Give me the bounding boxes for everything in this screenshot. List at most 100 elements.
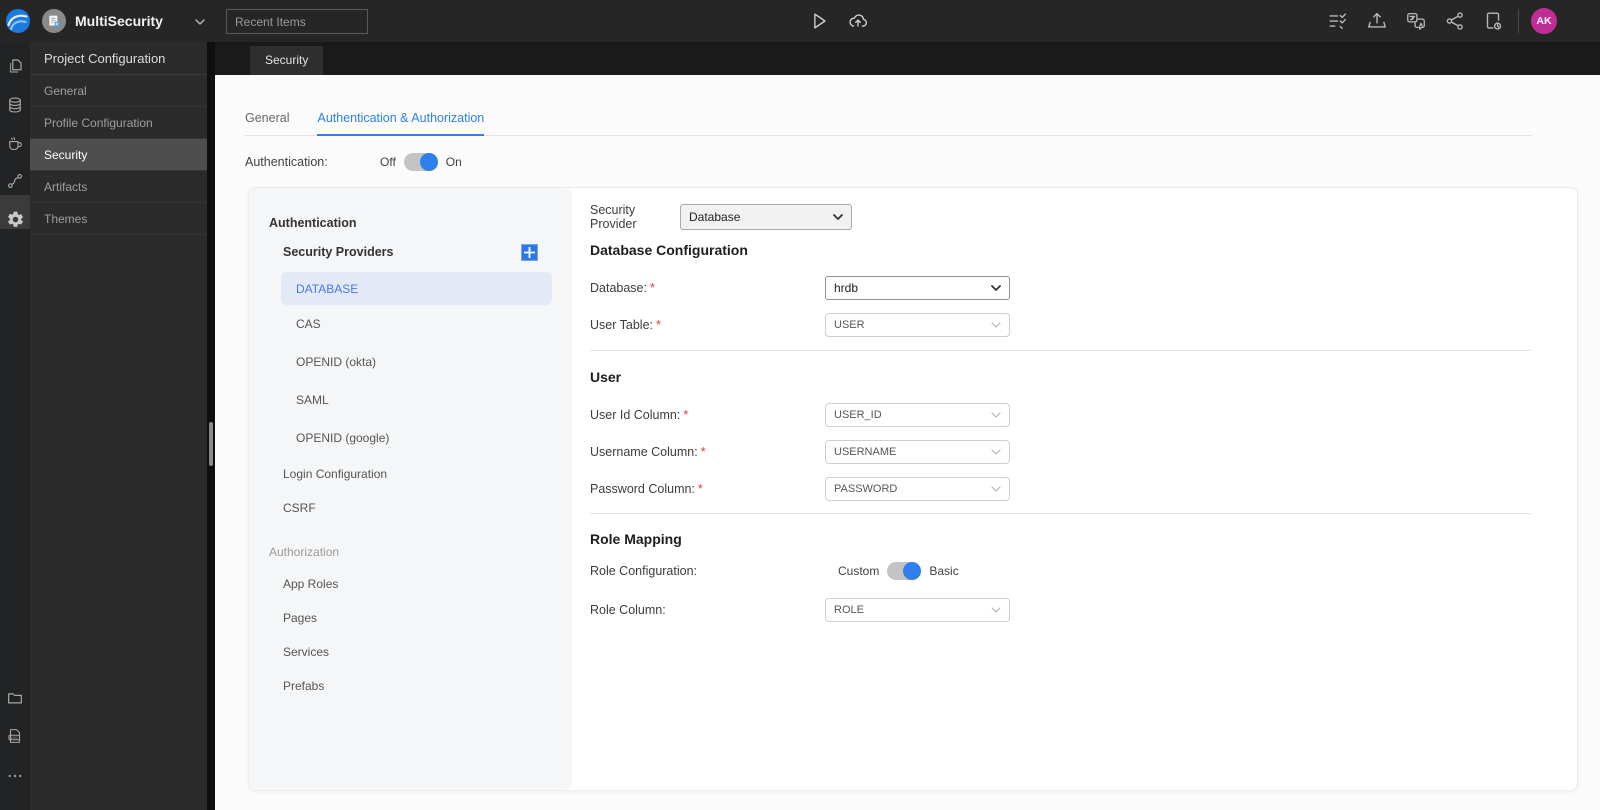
user-avatar[interactable]: AK — [1531, 8, 1557, 34]
provider-item-openid-okta[interactable]: OPENID (okta) — [296, 343, 572, 381]
authentication-label: Authentication: — [245, 155, 328, 169]
user-id-column-select[interactable]: USER_ID — [825, 403, 1010, 427]
scrollbar-thumb[interactable] — [209, 422, 213, 466]
nav-item-prefabs[interactable]: Prefabs — [283, 669, 572, 703]
add-provider-button[interactable] — [521, 243, 538, 261]
database-icon[interactable] — [0, 89, 30, 121]
role-column-value: ROLE — [834, 604, 864, 616]
database-label: Database: * — [590, 281, 655, 295]
user-id-column-label: User Id Column: * — [590, 408, 689, 422]
password-column-value: PASSWORD — [834, 483, 898, 495]
role-column-row: Role Column: ROLE — [590, 598, 1577, 622]
sidebar-title: Project Configuration — [30, 42, 207, 75]
security-provider-select[interactable]: Database — [680, 204, 852, 230]
user-table-label: User Table: * — [590, 318, 661, 332]
section-divider — [590, 513, 1531, 514]
authentication-section-header: Authentication — [269, 216, 357, 230]
section-divider — [590, 350, 1531, 351]
authentication-toggle[interactable] — [403, 153, 438, 171]
database-provider-form: Security Provider Database Database Conf… — [572, 188, 1577, 790]
tab-general[interactable]: General — [245, 111, 289, 135]
user-heading: User — [590, 369, 622, 385]
log-file-icon[interactable]: LOG — [0, 720, 30, 752]
sidebar-item-themes[interactable]: Themes — [30, 203, 207, 235]
required-marker: * — [700, 445, 706, 459]
security-provider-row: Security Provider Database — [590, 203, 1577, 231]
chevron-down-icon[interactable] — [192, 14, 208, 30]
toggle-knob — [419, 153, 438, 171]
document-tabstrip: Security — [215, 42, 1600, 75]
toggle-off-label: Off — [380, 155, 396, 169]
recent-items-input[interactable] — [226, 9, 368, 34]
username-column-row: Username Column: * USERNAME — [590, 440, 1577, 464]
username-column-label: Username Column: * — [590, 445, 706, 459]
provider-item-database[interactable]: DATABASE — [281, 272, 552, 305]
sidebar-item-general[interactable]: General — [30, 75, 207, 107]
wavemaker-logo-icon[interactable] — [5, 8, 31, 34]
user-table-select[interactable]: USER — [825, 313, 1010, 337]
nav-item-csrf[interactable]: CSRF — [283, 491, 572, 525]
topbar-separator — [1518, 9, 1519, 33]
required-marker: * — [649, 281, 655, 295]
user-table-value: USER — [834, 319, 865, 331]
java-services-icon[interactable] — [0, 127, 30, 159]
security-providers-label: Security Providers — [283, 245, 394, 259]
svg-text:LOG: LOG — [11, 736, 18, 740]
more-icon[interactable] — [0, 760, 30, 792]
password-column-select[interactable]: PASSWORD — [825, 477, 1010, 501]
username-column-value: USERNAME — [834, 446, 897, 458]
apis-icon[interactable] — [0, 165, 30, 197]
authentication-toggle-row: Authentication: Off On — [245, 152, 1600, 172]
role-configuration-toggle[interactable] — [887, 562, 922, 580]
tab-authentication-authorization[interactable]: Authentication & Authorization — [317, 111, 485, 136]
security-config-card: Authentication Security Providers DATABA… — [248, 187, 1578, 791]
user-id-column-value: USER_ID — [834, 409, 882, 421]
icon-rail: LOG — [0, 42, 30, 810]
security-provider-value: Database — [689, 210, 741, 224]
username-column-select[interactable]: USERNAME — [825, 440, 1010, 464]
file-sync-icon[interactable] — [1482, 10, 1504, 32]
tab-security[interactable]: Security — [250, 46, 324, 75]
role-mapping-heading: Role Mapping — [590, 531, 682, 547]
required-marker: * — [656, 318, 661, 332]
nav-item-app-roles[interactable]: App Roles — [283, 567, 572, 601]
export-icon[interactable] — [1366, 10, 1388, 32]
play-icon[interactable] — [808, 10, 830, 32]
role-column-label: Role Column: — [590, 603, 666, 617]
database-row: Database: * hrdb — [590, 276, 1577, 300]
security-providers-row: Security Providers — [283, 242, 538, 262]
sidebar-item-security[interactable]: Security — [30, 139, 207, 171]
main-content: General Authentication & Authorization A… — [215, 75, 1600, 810]
database-configuration-heading: Database Configuration — [590, 242, 748, 258]
sidebar-item-profile-configuration[interactable]: Profile Configuration — [30, 107, 207, 139]
security-tabs: General Authentication & Authorization — [245, 111, 1532, 136]
security-provider-label: Security Provider — [590, 203, 637, 231]
pages-icon[interactable] — [0, 50, 30, 82]
password-column-label: Password Column: * — [590, 482, 703, 496]
checklist-icon[interactable] — [1327, 10, 1349, 32]
project-badge-icon[interactable] — [42, 9, 66, 33]
project-config-sidebar: Project Configuration General Profile Co… — [30, 42, 207, 810]
sidebar-item-artifacts[interactable]: Artifacts — [30, 171, 207, 203]
role-column-select[interactable]: ROLE — [825, 598, 1010, 622]
provider-item-cas[interactable]: CAS — [296, 305, 572, 343]
required-marker: * — [697, 482, 703, 496]
role-configuration-row: Role Configuration: Custom Basic — [590, 561, 1577, 581]
provider-item-openid-google[interactable]: OPENID (google) — [296, 419, 572, 457]
toggle-on-label: On — [445, 155, 462, 169]
toggle-knob — [903, 562, 922, 580]
topbar: MultiSecurity Recent Items AK — [0, 0, 1600, 42]
share-icon[interactable] — [1444, 10, 1466, 32]
settings-icon[interactable] — [0, 203, 30, 235]
provider-item-saml[interactable]: SAML — [296, 381, 572, 419]
authorization-section-header: Authorization — [269, 545, 340, 559]
nav-item-pages[interactable]: Pages — [283, 601, 572, 635]
database-select[interactable]: hrdb — [825, 276, 1010, 300]
nav-item-login-configuration[interactable]: Login Configuration — [283, 457, 572, 491]
role-custom-label: Custom — [838, 564, 880, 578]
nav-item-services[interactable]: Services — [283, 635, 572, 669]
folder-icon[interactable] — [0, 682, 30, 714]
translate-icon[interactable] — [1405, 10, 1427, 32]
cloud-upload-icon[interactable] — [847, 10, 869, 32]
user-id-column-row: User Id Column: * USER_ID — [590, 403, 1577, 427]
